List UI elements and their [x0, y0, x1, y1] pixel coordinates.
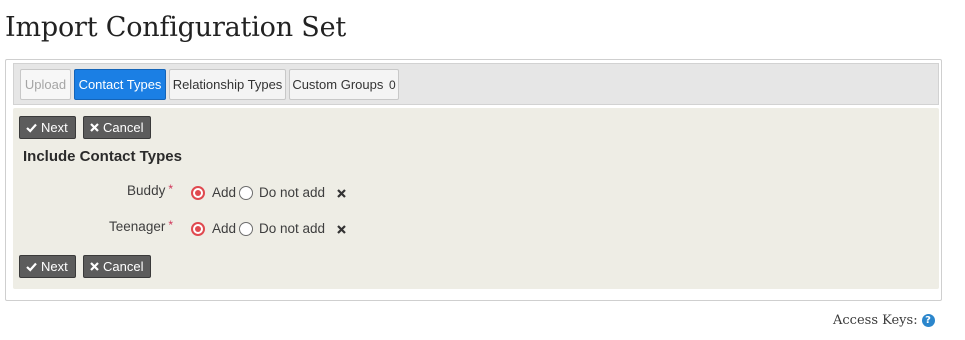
- option-label-add: Add: [212, 185, 237, 200]
- tab-relationship-types[interactable]: Relationship Types: [169, 69, 286, 100]
- close-icon: [90, 123, 99, 132]
- check-icon: [26, 262, 37, 272]
- required-marker: *: [168, 218, 173, 232]
- field-label-text: Teenager: [109, 219, 166, 234]
- cancel-button-top[interactable]: Cancel: [83, 116, 152, 139]
- check-icon: [26, 123, 37, 133]
- option-label-add: Add: [212, 221, 237, 236]
- radio-teenager-do-not-add[interactable]: [239, 222, 253, 236]
- cancel-button-label: Cancel: [103, 259, 144, 274]
- access-keys-label: Access Keys:: [833, 313, 918, 328]
- option-label-do-not-add: Do not add: [259, 185, 326, 200]
- import-panel: Upload Contact Types Relationship Types …: [5, 59, 942, 301]
- radio-buddy-add[interactable]: [191, 186, 205, 200]
- required-marker: *: [168, 182, 173, 196]
- section-title: Include Contact Types: [23, 148, 182, 165]
- access-keys[interactable]: Access Keys: ?: [833, 313, 935, 328]
- field-label-buddy: Buddy *: [13, 182, 173, 198]
- field-label-text: Buddy: [127, 183, 166, 198]
- page-title: Import Configuration Set: [5, 12, 346, 43]
- next-button-bottom[interactable]: Next: [19, 255, 76, 278]
- clear-selection-icon[interactable]: [337, 225, 346, 234]
- wizard-tabs: Upload Contact Types Relationship Types …: [13, 63, 939, 105]
- tab-upload: Upload: [20, 69, 71, 100]
- cancel-button-bottom[interactable]: Cancel: [83, 255, 152, 278]
- tab-contact-types[interactable]: Contact Types: [74, 69, 166, 100]
- tab-custom-groups-label: Custom Groups: [292, 77, 384, 92]
- cancel-button-label: Cancel: [103, 120, 144, 135]
- next-button-label: Next: [41, 259, 68, 274]
- clear-selection-icon[interactable]: [337, 189, 346, 198]
- close-icon: [90, 262, 99, 271]
- form-content: Next Cancel Include Contact Types Buddy *…: [13, 108, 939, 289]
- tab-custom-groups[interactable]: Custom Groups 0: [289, 69, 399, 100]
- next-button-label: Next: [41, 120, 68, 135]
- option-label-do-not-add: Do not add: [259, 221, 326, 236]
- next-button-top[interactable]: Next: [19, 116, 76, 139]
- radio-buddy-do-not-add[interactable]: [239, 186, 253, 200]
- field-label-teenager: Teenager *: [13, 218, 173, 234]
- tab-custom-groups-count: 0: [388, 78, 396, 92]
- radio-teenager-add[interactable]: [191, 222, 205, 236]
- help-icon[interactable]: ?: [921, 314, 935, 327]
